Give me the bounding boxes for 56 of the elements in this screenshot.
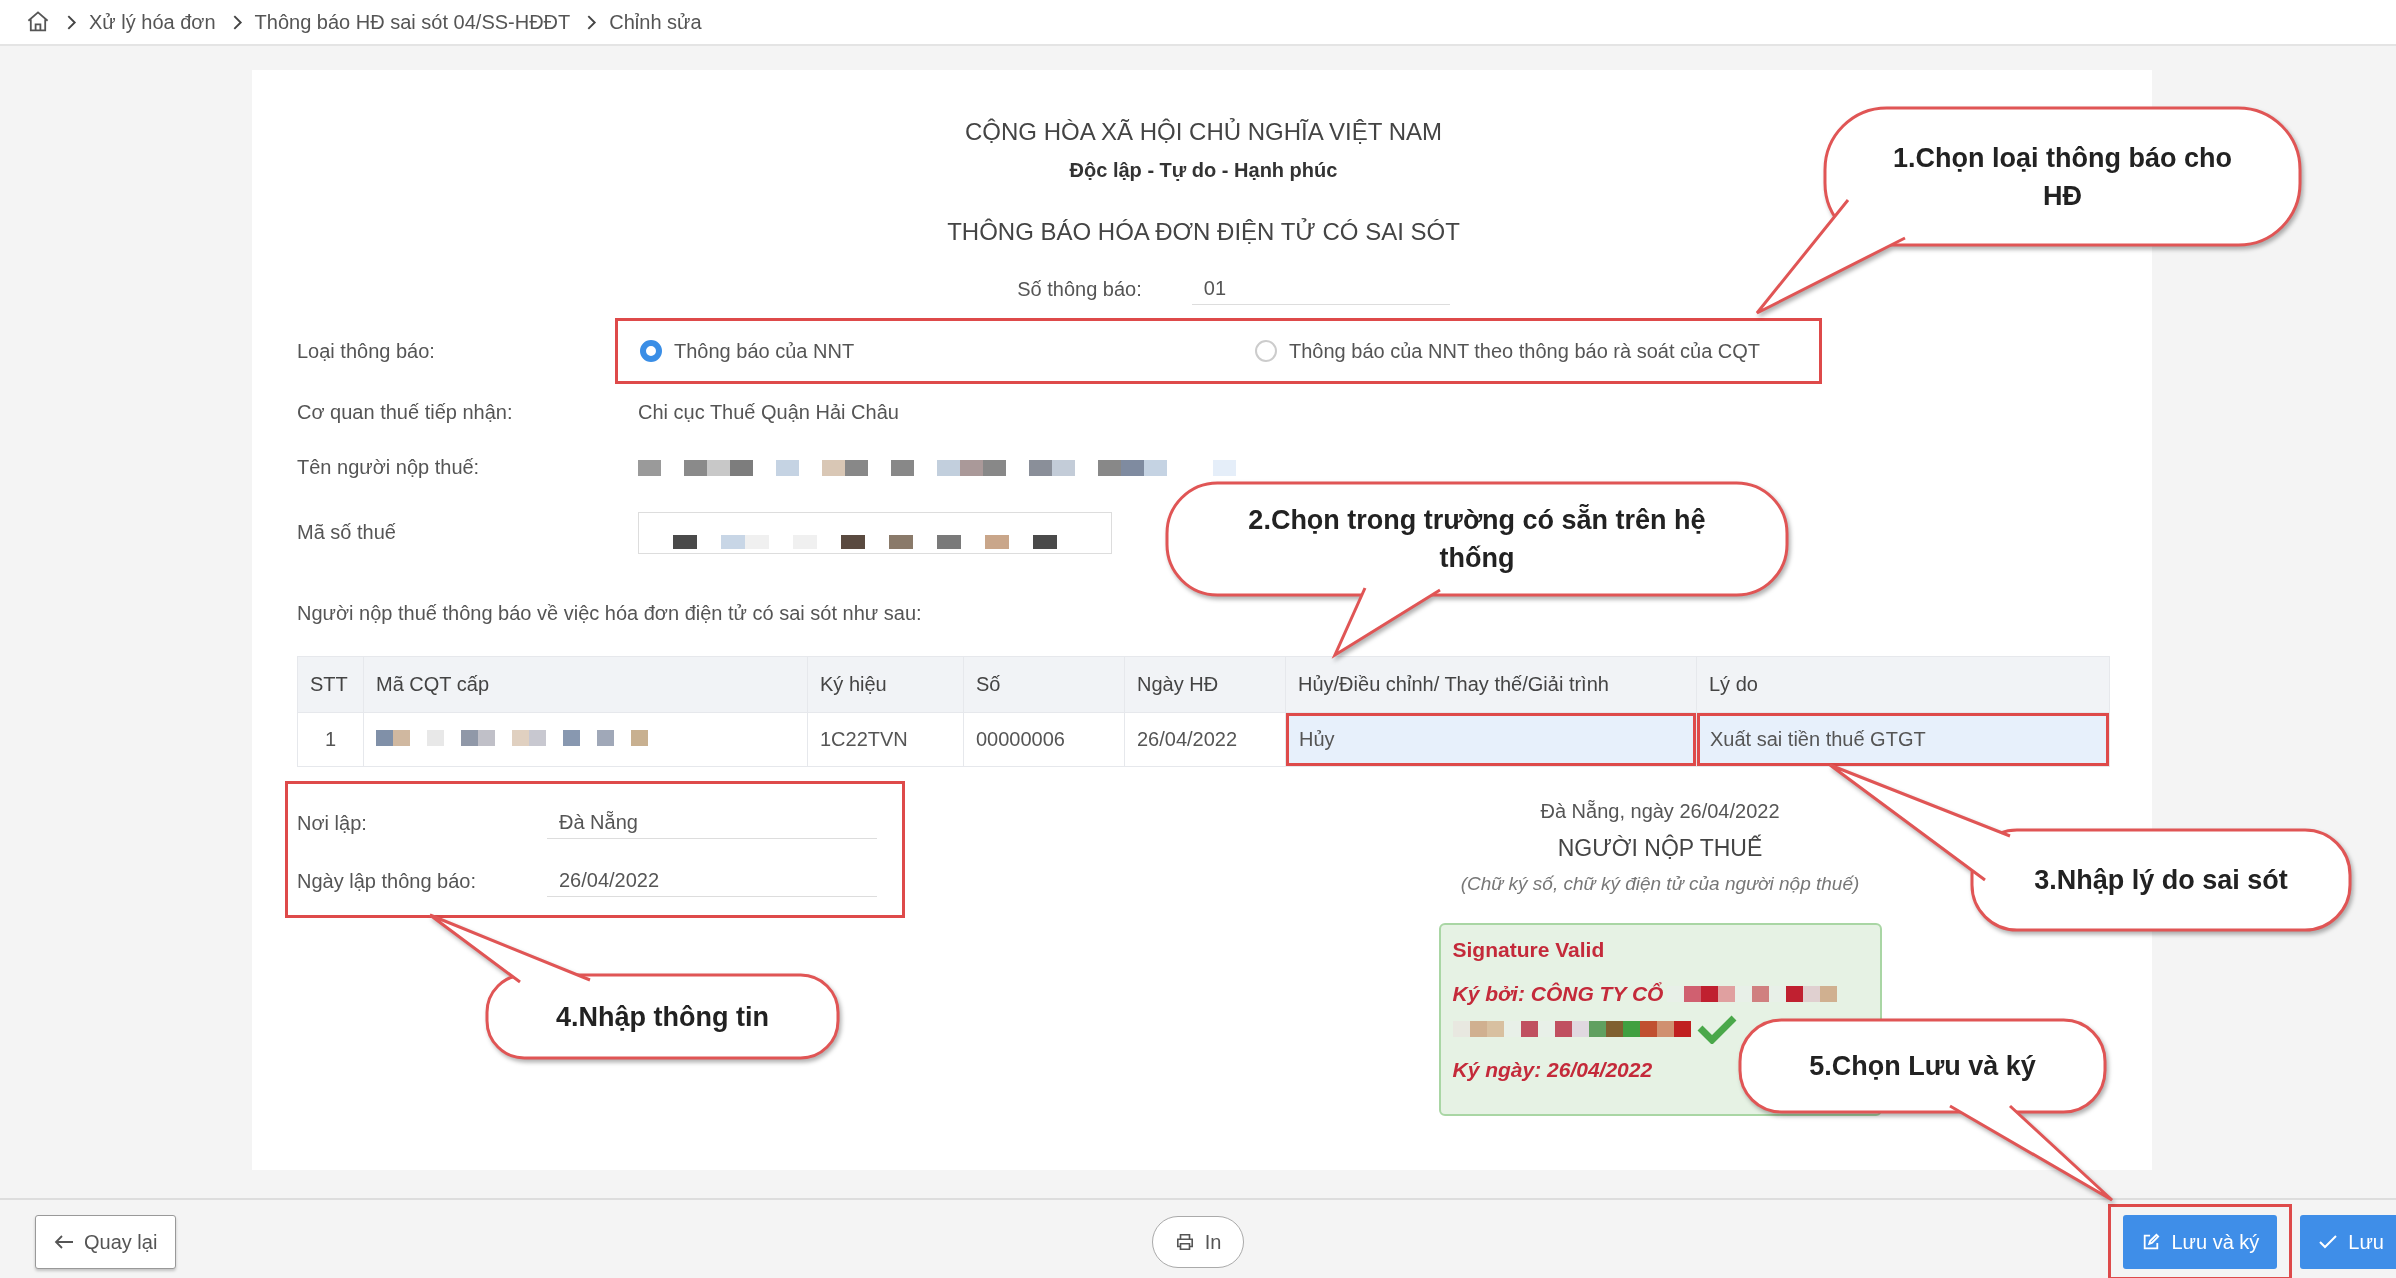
field-value: Chi cục Thuế Quận Hải Châu: [638, 400, 899, 424]
breadcrumb-item[interactable]: Thông báo HĐ sai sót 04/SS-HĐĐT: [254, 10, 571, 34]
check-icon: [2318, 1233, 2339, 1251]
printer-icon: [1174, 1233, 1195, 1251]
chevron-icon: [586, 13, 598, 31]
callout-text: 1.Chọn loại thông báo cho HĐ: [1892, 141, 2233, 213]
field-label: Cơ quan thuế tiếp nhận:: [297, 400, 514, 424]
table-cell: 1: [297, 712, 364, 767]
back-button[interactable]: Quay lại: [35, 1215, 177, 1269]
input-field[interactable]: Hủy: [1286, 713, 1696, 766]
input-field[interactable]: [638, 511, 1112, 554]
chevron-icon: [66, 13, 77, 31]
print-button[interactable]: In: [1151, 1216, 1245, 1268]
table-cell: 26/04/2022: [1124, 712, 1286, 767]
intro-text: Người nộp thuế thông báo về việc hóa đơn điện tử có sai sót như sau:: [297, 601, 922, 625]
home-icon[interactable]: [26, 10, 50, 34]
edit-icon: [2141, 1233, 2162, 1251]
column-header: Ký hiệu: [807, 656, 964, 713]
check-icon: [1696, 1014, 1737, 1044]
radio-option[interactable]: Thông báo của NNT theo thông báo rà soát của CQT: [1255, 339, 1761, 363]
input-field[interactable]: 26/04/2022: [547, 865, 877, 897]
signed-date-text: Ký ngày: 26/04/2022: [1452, 1057, 1653, 1083]
field-label: Tên người nộp thuế:: [297, 456, 481, 479]
callout-text: 4.Nhập thông tin: [556, 1000, 769, 1034]
column-header: Mã CQT cấp: [363, 656, 808, 713]
breadcrumb-item: Chỉnh sửa: [609, 10, 702, 34]
table-cell: 1C22TVN: [807, 712, 964, 767]
input-field[interactable]: Đà Nẵng: [547, 807, 877, 839]
signer-role: NGƯỜI NỘP THUẾ: [1557, 833, 1763, 863]
field-label: Nơi lập:: [297, 811, 368, 835]
field-label: Số thông báo:: [1017, 277, 1142, 301]
arrow-left-icon: [54, 1233, 74, 1251]
column-header: Lý do: [1696, 656, 2110, 713]
field-label: Loại thông báo:: [297, 339, 436, 363]
radio-option[interactable]: Thông báo của NNT: [640, 339, 1255, 363]
column-header: Hủy/Điều chỉnh/ Thay thế/Giải trình: [1285, 656, 1697, 713]
form-title: THÔNG BÁO HÓA ĐƠN ĐIỆN TỬ CÓ SAI SÓT: [947, 217, 1460, 247]
country-title: CỘNG HÒA XÃ HỘI CHỦ NGHĨA VIỆT NAM: [965, 117, 1442, 147]
column-header: STT: [297, 656, 364, 713]
signature-status: Signature Valid: [1452, 937, 1605, 963]
input-field[interactable]: 01: [1191, 273, 1450, 305]
chevron-icon: [231, 13, 243, 31]
field-label: Ngày lập thông báo:: [297, 869, 478, 893]
callout-text: 3.Nhập lý do sai sót: [2034, 864, 2288, 897]
signature-note: (Chữ ký số, chữ ký điện tử của người nộp thuế): [1460, 872, 1860, 896]
breadcrumb-item[interactable]: Xử lý hóa đơn: [89, 10, 216, 34]
motto-text: Độc lập - Tự do - Hạnh phúc: [1069, 158, 1338, 183]
table-cell: 00000006: [963, 712, 1125, 767]
callout-text: 2.Chọn trong trường có sẵn trên hệ thống: [1247, 503, 1707, 575]
field-label: Mã số thuế: [297, 521, 397, 544]
column-header: Ngày HĐ: [1124, 656, 1286, 713]
input-field[interactable]: Xuất sai tiền thuế GTGT: [1697, 713, 2109, 766]
place-date-text: Đà Nẵng, ngày 26/04/2022: [1540, 799, 1780, 824]
callout-text: 5.Chọn Lưu và ký: [1809, 1050, 2036, 1083]
signer-text: Ký bởi: CÔNG TY CỔ: [1452, 981, 1664, 1007]
column-header: Số: [963, 656, 1125, 713]
